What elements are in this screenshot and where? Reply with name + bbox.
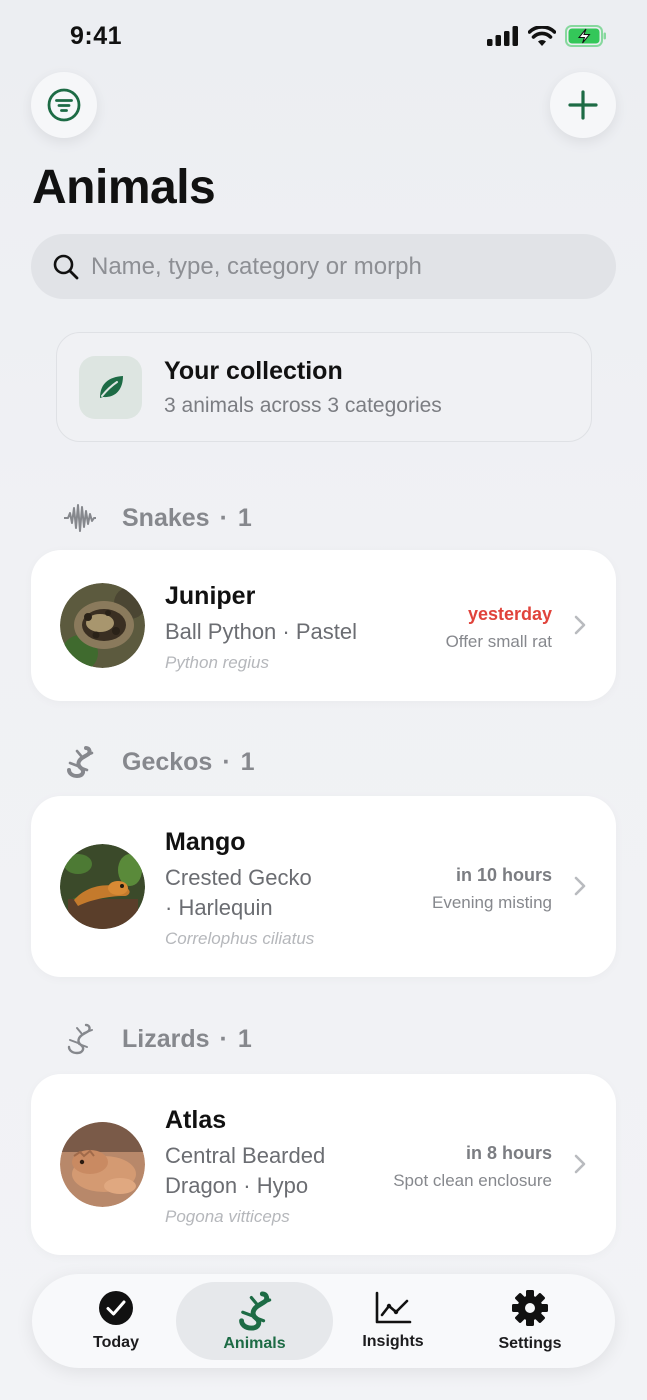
tab-label: Settings <box>498 1335 562 1352</box>
tab-animals[interactable]: Animals <box>176 1282 333 1360</box>
status-bar: 9:41 <box>0 0 647 72</box>
tab-label: Insights <box>362 1333 424 1350</box>
status-icons <box>487 25 607 47</box>
search-icon <box>53 254 79 279</box>
lizard-icon <box>62 1021 98 1057</box>
animal-description-line-1: Central Bearded <box>165 1143 326 1168</box>
next-task: yesterday Offer small rat <box>446 604 552 652</box>
section-label: Snakes <box>122 503 210 532</box>
filter-button[interactable] <box>31 72 97 138</box>
tab-label: Today <box>93 1334 139 1351</box>
plus-icon <box>568 90 598 120</box>
avatar <box>60 844 145 929</box>
animal-name: Juniper <box>165 582 256 610</box>
task-when: in 8 hours <box>465 1143 552 1163</box>
section-header-snakes: Snakes · 1 <box>62 500 252 536</box>
task-description: Evening misting <box>431 893 552 912</box>
section-header-lizards: Lizards · 1 <box>62 1021 252 1057</box>
snake-wave-icon <box>62 500 98 536</box>
gecko-icon <box>238 1291 271 1331</box>
animal-description-line-1: Crested Gecko <box>165 865 312 890</box>
task-description: Offer small rat <box>445 632 552 651</box>
wifi-icon <box>528 25 556 46</box>
collection-summary-card: Your collection 3 animals across 3 categ… <box>56 332 592 442</box>
animal-description: Ball Python · Pastel <box>165 619 357 644</box>
section-count: 1 <box>237 503 252 532</box>
avatar <box>60 583 145 668</box>
tab-insights[interactable]: Insights <box>323 1282 463 1360</box>
tab-label: Animals <box>223 1335 286 1352</box>
collection-title: Your collection <box>164 356 343 385</box>
animal-description-line-2: Dragon · Hypo <box>165 1173 309 1198</box>
animal-card-mango[interactable]: Mango Crested Gecko · Harlequin Correlop… <box>31 796 616 977</box>
animal-scientific-name: Python regius <box>165 653 269 672</box>
status-time: 9:41 <box>70 22 123 50</box>
chevron-right-icon <box>574 615 586 635</box>
next-task: in 8 hours Spot clean enclosure <box>393 1143 552 1191</box>
gecko-icon <box>62 744 98 780</box>
animal-card-juniper[interactable]: Juniper Ball Python · Pastel Python regi… <box>31 550 616 701</box>
tab-settings[interactable]: Settings <box>460 1282 600 1360</box>
task-when: in 10 hours <box>455 865 552 885</box>
avatar <box>60 1122 145 1207</box>
animal-scientific-name: Correlophus ciliatus <box>165 929 315 948</box>
gear-icon <box>512 1290 548 1326</box>
task-when: yesterday <box>467 604 552 624</box>
tab-today[interactable]: Today <box>46 1282 186 1360</box>
section-count: 1 <box>240 747 255 776</box>
next-task: in 10 hours Evening misting <box>432 865 552 913</box>
add-animal-button[interactable] <box>550 72 616 138</box>
chevron-right-icon <box>574 1154 586 1174</box>
section-count: 1 <box>237 1024 252 1053</box>
animal-description-line-2: · Harlequin <box>165 895 273 920</box>
collection-subtitle: 3 animals across 3 categories <box>164 393 442 417</box>
animal-description: Crested Gecko · Harlequin <box>165 863 314 923</box>
section-header-geckos: Geckos · 1 <box>62 744 255 780</box>
animal-scientific-name: Pogona vitticeps <box>165 1207 290 1226</box>
filter-icon <box>47 88 81 122</box>
chevron-right-icon <box>574 876 586 896</box>
page-title: Animals <box>32 161 216 214</box>
search-bar[interactable] <box>31 234 616 299</box>
section-label: Lizards <box>122 1024 210 1053</box>
section-label: Geckos <box>122 747 213 776</box>
leaf-icon <box>99 376 123 398</box>
animal-name: Mango <box>165 828 246 856</box>
tab-bar: Today Animals Insights Settings <box>32 1274 615 1368</box>
animal-name: Atlas <box>165 1106 227 1134</box>
task-description: Spot clean enclosure <box>393 1171 552 1190</box>
search-input[interactable] <box>91 252 571 281</box>
cellular-signal-icon <box>487 26 518 46</box>
animal-description: Central Bearded Dragon · Hypo <box>165 1141 325 1201</box>
chart-line-icon <box>375 1291 412 1324</box>
collection-icon-box <box>79 355 142 419</box>
battery-charging-icon <box>565 25 606 47</box>
checkmark-circle-icon <box>99 1291 133 1325</box>
animal-card-atlas[interactable]: Atlas Central Bearded Dragon · Hypo Pogo… <box>31 1074 616 1255</box>
